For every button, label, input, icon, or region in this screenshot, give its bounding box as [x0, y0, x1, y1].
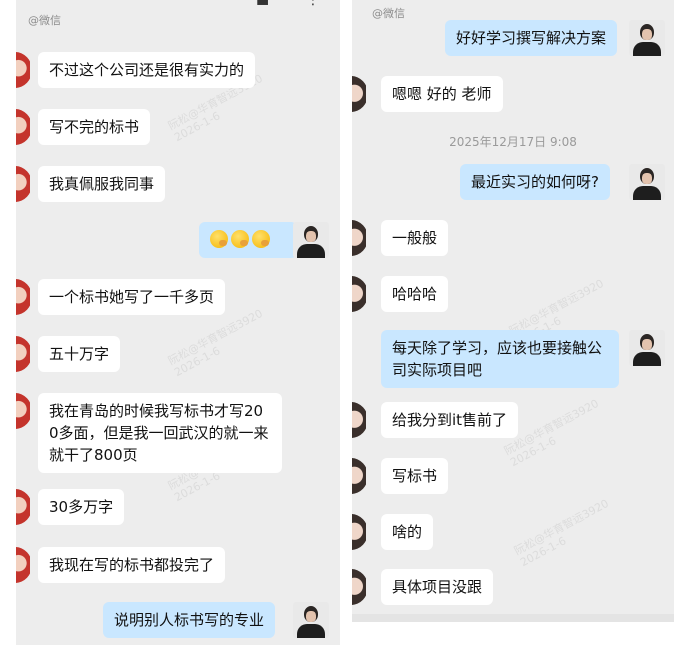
message-bubble-incoming[interactable]: 写标书	[381, 458, 449, 494]
message-bubble-incoming[interactable]: 一般般	[381, 220, 449, 256]
watermark: 阮松@华育智远39202026-1-6	[166, 306, 265, 380]
my-avatar[interactable]	[629, 20, 665, 56]
contact-avatar[interactable]	[16, 336, 30, 372]
message-bubble-incoming[interactable]: 一个标书她写了一千多页	[38, 279, 226, 315]
my-avatar[interactable]	[293, 602, 329, 638]
message-bubble-outgoing[interactable]: 说明别人标书写的专业	[103, 602, 276, 638]
thinking-face-icon	[252, 230, 270, 248]
contact-avatar[interactable]	[352, 514, 366, 550]
more-options-icon[interactable]: ⋮	[306, 0, 320, 8]
contact-avatar[interactable]	[352, 402, 366, 438]
message-bubble-outgoing[interactable]: 最近实习的如何呀?	[460, 164, 610, 200]
contact-avatar[interactable]	[16, 547, 30, 583]
contact-avatar[interactable]	[16, 489, 30, 525]
contact-avatar[interactable]	[352, 458, 366, 494]
chat-panel-left: ▬ ⋮ @微信 阮松@华育智远3920 2026-1-6 阮松@华育智远3920 2…	[16, 0, 340, 645]
message-bubble-incoming[interactable]: 30多万字	[38, 489, 125, 525]
thinking-face-icon	[210, 230, 228, 248]
chat-panel-right: @微信 阮松@华育智远39202026-1-6 阮松@华育智远39202026-…	[352, 0, 674, 622]
message-bubble-incoming[interactable]: 我在青岛的时候我写标书才写200多面，但是我一回武汉的就一来就干了800页	[38, 393, 282, 473]
my-avatar[interactable]	[629, 164, 665, 200]
message-timestamp: 2025年12月17日 9:08	[449, 135, 577, 149]
message-bubble-incoming[interactable]: 写不完的标书	[38, 109, 151, 145]
my-avatar[interactable]	[293, 222, 329, 258]
contact-avatar[interactable]	[352, 220, 366, 256]
contact-avatar[interactable]	[352, 569, 366, 605]
contact-avatar[interactable]	[16, 166, 30, 202]
message-bubble-outgoing[interactable]: 好好学习撰写解决方案	[445, 20, 618, 56]
message-bubble-incoming[interactable]: 我真佩服我同事	[38, 166, 166, 202]
wechat-watermark: @微信	[372, 7, 405, 20]
input-area-edge	[352, 614, 674, 622]
watermark: 阮松@华育智远39202026-1-6	[512, 496, 611, 570]
contact-avatar[interactable]	[16, 109, 30, 145]
contact-avatar[interactable]	[16, 393, 30, 429]
message-bubble-incoming[interactable]: 哈哈哈	[381, 276, 449, 312]
contact-avatar[interactable]	[16, 52, 30, 88]
message-bubble-incoming[interactable]: 给我分到it售前了	[381, 402, 519, 438]
contact-avatar[interactable]	[16, 279, 30, 315]
contact-avatar[interactable]	[352, 76, 366, 112]
video-call-icon[interactable]: ▬	[256, 0, 269, 10]
message-bubble-incoming[interactable]: 嗯嗯 好的 老师	[381, 76, 503, 112]
message-bubble-outgoing[interactable]: 每天除了学习，应该也要接触公司实际项目吧	[381, 330, 619, 388]
contact-avatar[interactable]	[352, 276, 366, 312]
wechat-watermark: @微信	[28, 14, 61, 27]
thinking-face-icon	[231, 230, 249, 248]
message-bubble-incoming[interactable]: 五十万字	[38, 336, 121, 372]
message-bubble-incoming[interactable]: 啥的	[381, 514, 434, 550]
message-bubble-outgoing[interactable]	[199, 222, 297, 258]
message-bubble-incoming[interactable]: 我现在写的标书都投完了	[38, 547, 226, 583]
message-bubble-incoming[interactable]: 具体项目没跟	[381, 569, 494, 605]
my-avatar[interactable]	[629, 330, 665, 366]
message-bubble-incoming[interactable]: 不过这个公司还是很有实力的	[38, 52, 256, 88]
